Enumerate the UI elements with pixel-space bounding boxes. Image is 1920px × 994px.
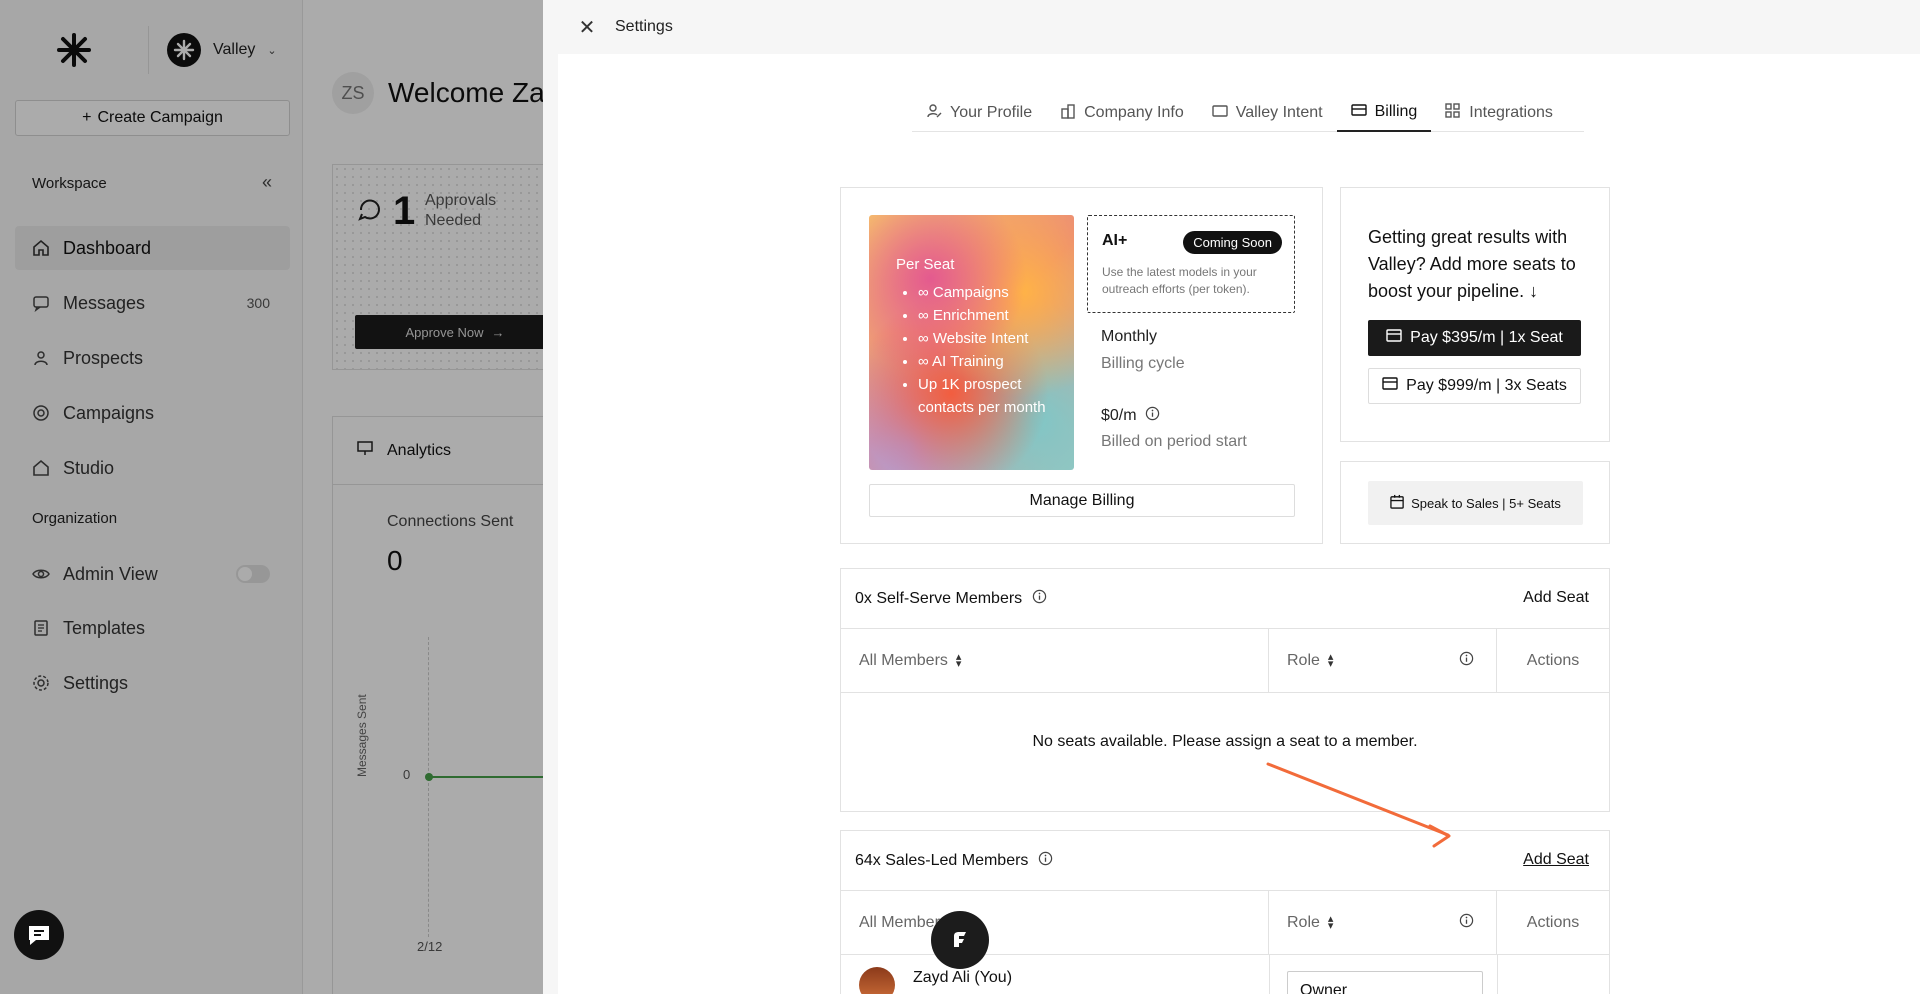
support-chat-button[interactable]: [14, 910, 64, 960]
sales-card: Speak to Sales | 5+ Seats: [1340, 461, 1610, 544]
sort-icon[interactable]: ▴ ▾: [1328, 914, 1334, 932]
building-icon: [1060, 103, 1076, 124]
column-actions: Actions: [1526, 652, 1580, 669]
upsell-card: Getting great results with Valley? Add m…: [1340, 187, 1610, 442]
self-serve-title: 0x Self-Serve Members: [855, 590, 1023, 607]
window-icon: [1212, 103, 1228, 124]
grid-icon: [1445, 102, 1461, 124]
card-icon: [1386, 328, 1402, 348]
plan-feature: ∞ Campaigns: [918, 281, 1068, 304]
tab-integrations[interactable]: Integrations: [1431, 94, 1567, 132]
ai-plus-box: AI+ Coming Soon Use the latest models in…: [1087, 215, 1295, 313]
info-icon[interactable]: [1038, 851, 1053, 871]
floating-action-button[interactable]: [931, 911, 989, 969]
ai-plus-description: Use the latest models in your outreach e…: [1102, 265, 1257, 296]
upsell-text: Getting great results with Valley? Add m…: [1368, 227, 1576, 301]
info-icon[interactable]: [1459, 651, 1474, 671]
column-label: All Members: [859, 652, 948, 669]
tab-label: Valley Intent: [1235, 104, 1323, 121]
plan-price: $0/m: [1101, 406, 1160, 426]
tab-label: Integrations: [1469, 104, 1553, 121]
sales-led-title: 64x Sales-Led Members: [855, 852, 1029, 869]
plan-feature: Up 1K prospect contacts per month: [918, 373, 1068, 419]
column-label: Role: [1287, 914, 1320, 931]
tab-your-profile[interactable]: Your Profile: [912, 94, 1046, 132]
card-icon: [1382, 376, 1398, 396]
pay-1-seat-button[interactable]: Pay $395/m | 1x Seat: [1368, 320, 1581, 356]
plan-feature: ∞ Enrichment: [918, 304, 1068, 327]
info-icon[interactable]: [1459, 913, 1474, 933]
coming-soon-badge: Coming Soon: [1183, 231, 1282, 254]
settings-body: Your Profile Company Info Valley Intent …: [558, 54, 1920, 994]
plan-feature: ∞ AI Training: [918, 350, 1068, 373]
speak-to-sales-button[interactable]: Speak to Sales | 5+ Seats: [1368, 481, 1583, 525]
plan-features: ∞ Campaigns ∞ Enrichment ∞ Website Inten…: [918, 281, 1068, 419]
billing-cycle-label: Billing cycle: [1101, 355, 1185, 372]
sort-icon[interactable]: ▴ ▾: [956, 652, 962, 670]
sales-led-title-wrap: 64x Sales-Led Members: [855, 851, 1053, 871]
column-label: Role: [1287, 652, 1320, 669]
close-icon[interactable]: ✕: [577, 15, 597, 40]
sort-icon[interactable]: ▴ ▾: [1328, 652, 1334, 670]
plan-name: Per Seat: [896, 256, 955, 273]
column-all-members[interactable]: All Members ▴ ▾: [841, 629, 1269, 693]
pay-3-seats-button[interactable]: Pay $999/m | 3x Seats: [1368, 368, 1581, 404]
tab-label: Company Info: [1084, 104, 1184, 121]
tab-billing[interactable]: Billing: [1336, 94, 1432, 132]
column-role[interactable]: Role ▴ ▾: [1269, 629, 1497, 693]
column-actions: Actions: [1526, 914, 1580, 931]
speak-to-sales-label: Speak to Sales | 5+ Seats: [1411, 495, 1561, 511]
ai-plus-title: AI+: [1102, 232, 1128, 249]
member-name: Zayd Ali (You): [913, 969, 1013, 986]
info-icon[interactable]: [1145, 406, 1160, 426]
profile-icon: [926, 103, 942, 124]
pay-1-seat-label: Pay $395/m | 1x Seat: [1410, 329, 1563, 346]
avatar: [859, 967, 895, 994]
settings-title: Settings: [615, 18, 673, 35]
settings-tabs: Your Profile Company Info Valley Intent …: [912, 94, 1584, 132]
role-select[interactable]: Owner: [1287, 971, 1483, 994]
self-serve-header: 0x Self-Serve Members Add Seat: [841, 569, 1609, 629]
divider: [1269, 955, 1270, 994]
calendar-icon: [1390, 494, 1405, 512]
self-serve-members-table: 0x Self-Serve Members Add Seat All Membe…: [840, 568, 1610, 812]
billed-label: Billed on period start: [1101, 433, 1247, 450]
card-icon: [1350, 102, 1367, 123]
divider: [1497, 955, 1498, 994]
plan-gradient-image: Per Seat ∞ Campaigns ∞ Enrichment ∞ Webs…: [869, 215, 1074, 470]
sales-led-header: 64x Sales-Led Members Add Seat: [841, 831, 1609, 891]
tab-valley-intent[interactable]: Valley Intent: [1198, 94, 1337, 132]
add-seat-button[interactable]: Add Seat: [1523, 589, 1589, 607]
settings-header: ✕ Settings: [543, 0, 1920, 54]
empty-state-message: No seats available. Please assign a seat…: [1032, 733, 1418, 750]
info-icon[interactable]: [1032, 589, 1047, 609]
billing-cycle-value: Monthly: [1101, 328, 1158, 345]
plan-card: Per Seat ∞ Campaigns ∞ Enrichment ∞ Webs…: [840, 187, 1323, 544]
tab-company-info[interactable]: Company Info: [1046, 94, 1198, 132]
pay-3-seats-label: Pay $999/m | 3x Seats: [1406, 377, 1567, 394]
plan-feature: ∞ Website Intent: [918, 327, 1068, 350]
plan-price-value: $0/m: [1101, 407, 1137, 424]
column-role[interactable]: Role ▴ ▾: [1269, 891, 1497, 955]
table-header-row: All Members ▴ ▾ Role ▴ ▾ Actions: [841, 629, 1609, 693]
column-all-members[interactable]: All Members: [841, 891, 1269, 955]
self-serve-title-wrap: 0x Self-Serve Members: [855, 589, 1047, 609]
add-seat-button[interactable]: Add Seat: [1523, 851, 1589, 869]
settings-panel: ✕ Settings Your Profile Company Info Val…: [543, 0, 1920, 994]
tab-label: Billing: [1374, 103, 1418, 120]
manage-billing-button[interactable]: Manage Billing: [869, 484, 1295, 517]
tab-label: Your Profile: [950, 104, 1033, 121]
